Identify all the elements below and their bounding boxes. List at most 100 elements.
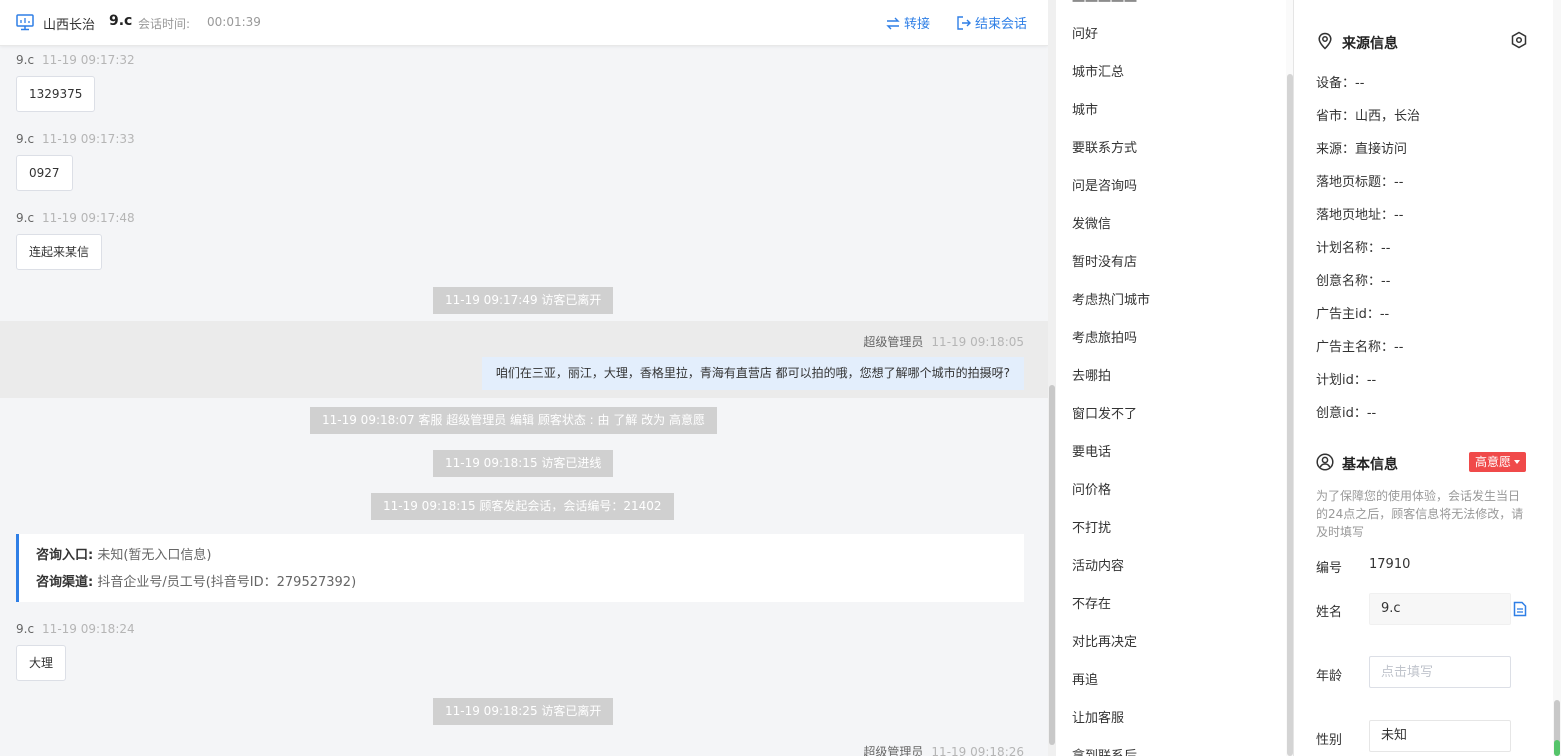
source-creative-id: 创意id：-- bbox=[1316, 406, 1377, 421]
channel-label: 咨询渠道: bbox=[36, 575, 94, 590]
quick-reply-item[interactable]: 去哪拍 bbox=[1072, 365, 1111, 384]
quick-reply-item[interactable]: 问是咨询吗 bbox=[1072, 175, 1137, 194]
basic-info-title: 基本信息 bbox=[1342, 457, 1398, 473]
source-advertiser-name: 广告主名称：-- bbox=[1316, 340, 1404, 355]
message-time: 11-19 09:18:05 bbox=[931, 335, 1024, 349]
quick-reply-item[interactable]: 活动内容 bbox=[1072, 555, 1124, 574]
source-advertiser-id: 广告主id：-- bbox=[1316, 307, 1390, 322]
quick-reply-item[interactable]: 城市 bbox=[1072, 99, 1098, 118]
system-message: 11-19 09:18:25 访客已离开 bbox=[433, 698, 614, 725]
sender-name: 超级管理员 bbox=[863, 745, 924, 756]
system-message: 11-19 09:18:15 顾客发起会话，会话编号：21402 bbox=[371, 493, 674, 520]
logout-icon bbox=[957, 16, 971, 30]
source-creative-name: 创意名称：-- bbox=[1316, 274, 1391, 289]
intent-level-dropdown[interactable]: 高意愿 bbox=[1469, 452, 1527, 472]
scroll-indicator bbox=[1554, 740, 1560, 756]
age-label: 年龄 bbox=[1316, 669, 1343, 684]
message-meta: 超级管理员 11-19 09:18:26 bbox=[863, 743, 1024, 756]
caret-down-icon bbox=[1514, 460, 1521, 464]
sender-name: 9.c bbox=[16, 622, 35, 636]
sender-name: 9.c bbox=[16, 53, 35, 67]
visitor-name: 9.c bbox=[109, 13, 133, 29]
message-time: 11-19 09:18:26 bbox=[931, 745, 1024, 756]
message-meta: 超级管理员 11-19 09:18:05 bbox=[863, 333, 1024, 350]
quick-reply-item[interactable]: 不存在 bbox=[1072, 593, 1111, 612]
chat-panel: 山西长治 9.c 会话时间: 00:01:39 转接 结束会话 9.c 11-19… bbox=[0, 0, 1048, 756]
message-time: 11-19 09:17:48 bbox=[42, 211, 135, 225]
sender-name: 超级管理员 bbox=[863, 335, 924, 349]
transfer-label: 转接 bbox=[904, 17, 931, 32]
message-meta: 9.c 11-19 09:17:33 bbox=[16, 132, 135, 146]
chat-header: 山西长治 9.c 会话时间: 00:01:39 转接 结束会话 bbox=[0, 0, 1048, 46]
name-label: 姓名 bbox=[1316, 605, 1343, 620]
location-pin-icon bbox=[1318, 32, 1332, 50]
transfer-icon bbox=[886, 17, 900, 30]
intent-level-label: 高意愿 bbox=[1475, 455, 1512, 469]
quick-reply-item[interactable]: 城市汇总 bbox=[1072, 61, 1124, 80]
message-time: 11-19 09:17:32 bbox=[42, 53, 135, 67]
source-province-city: 省市：山西，长治 bbox=[1316, 109, 1421, 124]
system-message: 11-19 09:18:15 访客已进线 bbox=[433, 450, 614, 477]
quick-reply-item[interactable]: 问好 bbox=[1072, 23, 1098, 42]
quick-reply-item[interactable]: 考虑旅拍吗 bbox=[1072, 327, 1137, 346]
visitor-message: 0927 bbox=[16, 155, 73, 191]
visitor-message: 连起来某信 bbox=[16, 234, 103, 270]
settings-icon[interactable] bbox=[1510, 31, 1528, 49]
quick-reply-item[interactable]: 发微信 bbox=[1072, 213, 1111, 232]
end-session-label: 结束会话 bbox=[975, 17, 1028, 32]
id-label: 编号 bbox=[1316, 561, 1343, 576]
entry-value: 未知(暂无入口信息) bbox=[97, 548, 212, 563]
entry-label: 咨询入口: bbox=[36, 548, 94, 563]
session-duration-label: 会话时间: bbox=[138, 17, 191, 31]
copy-icon[interactable] bbox=[1513, 601, 1527, 617]
message-meta: 9.c 11-19 09:17:32 bbox=[16, 53, 135, 67]
source-device: 设备：-- bbox=[1316, 76, 1365, 91]
chat-scrollbar[interactable] bbox=[1048, 0, 1056, 756]
visitor-message: 1329375 bbox=[16, 76, 96, 112]
name-field[interactable]: 9.c bbox=[1369, 593, 1511, 625]
quick-reply-item[interactable]: 让加客服 bbox=[1072, 707, 1124, 726]
quick-reply-item[interactable]: 拿到联系后 bbox=[1072, 745, 1137, 756]
quick-reply-item[interactable]: 考虑热门城市 bbox=[1072, 289, 1150, 308]
customer-info-panel: 来源信息 设备：-- 省市：山西，长治 来源：直接访问 落地页标题：-- 落地页… bbox=[1294, 0, 1561, 756]
system-message: 11-19 09:17:49 访客已离开 bbox=[433, 287, 614, 314]
message-time: 11-19 09:17:33 bbox=[42, 132, 135, 146]
source-landing-title: 落地页标题：-- bbox=[1316, 175, 1404, 190]
sender-name: 9.c bbox=[16, 211, 35, 225]
message-meta: 9.c 11-19 09:18:24 bbox=[16, 622, 135, 636]
channel-value: 抖音企业号/员工号(抖音号ID：279527392) bbox=[97, 575, 357, 590]
session-duration-value: 00:01:39 bbox=[207, 15, 261, 29]
source-plan-name: 计划名称：-- bbox=[1316, 241, 1391, 256]
source-info-title: 来源信息 bbox=[1342, 36, 1398, 52]
message-meta: 9.c 11-19 09:17:48 bbox=[16, 211, 135, 225]
age-input[interactable] bbox=[1369, 656, 1511, 688]
quick-reply-item[interactable]: 窗口发不了 bbox=[1072, 403, 1137, 422]
quick-reply-item[interactable]: 再追 bbox=[1072, 669, 1098, 688]
quick-reply-item[interactable]: 对比再决定 bbox=[1072, 631, 1137, 650]
info-panel-scrollbar[interactable] bbox=[1553, 0, 1561, 756]
agent-message: 咱们在三亚，丽江，大理，香格里拉，青海有直营店 都可以拍的哦，您想了解哪个城市的… bbox=[481, 357, 1024, 390]
visitor-location: 山西长治 bbox=[43, 18, 96, 33]
sender-name: 9.c bbox=[16, 132, 35, 146]
source-origin: 来源：直接访问 bbox=[1316, 142, 1408, 157]
end-session-button[interactable]: 结束会话 bbox=[957, 13, 1027, 32]
quick-reply-item[interactable]: 问价格 bbox=[1072, 479, 1111, 498]
user-circle-icon bbox=[1316, 453, 1334, 471]
edit-notice: 为了保障您的使用体验，会话发生当日的24点之后，顾客信息将无法修改，请及时填写 bbox=[1316, 489, 1524, 539]
chat-scrollbar-thumb[interactable] bbox=[1049, 385, 1055, 745]
entry-info-card: 咨询入口: 未知(暂无入口信息) 咨询渠道: 抖音企业号/员工号(抖音号ID：2… bbox=[16, 534, 1024, 602]
gender-select[interactable]: 未知 bbox=[1369, 720, 1511, 752]
quick-reply-header: 一一一一一 bbox=[1072, 0, 1138, 10]
quick-reply-item[interactable]: 不打扰 bbox=[1072, 517, 1111, 536]
gender-label: 性别 bbox=[1316, 733, 1343, 748]
id-value: 17910 bbox=[1369, 557, 1411, 572]
quick-reply-item[interactable]: 暂时没有店 bbox=[1072, 251, 1137, 270]
visitor-message: 大理 bbox=[16, 645, 67, 681]
monitor-icon bbox=[16, 14, 34, 31]
quick-reply-item[interactable]: 要电话 bbox=[1072, 441, 1111, 460]
quick-reply-item[interactable]: 要联系方式 bbox=[1072, 137, 1137, 156]
system-message: 11-19 09:18:07 客服 超级管理员 编辑 顾客状态 : 由 了解 改… bbox=[310, 407, 717, 434]
message-time: 11-19 09:18:24 bbox=[42, 622, 135, 636]
transfer-button[interactable]: 转接 bbox=[886, 13, 930, 32]
quick-reply-panel: 一一一一一 问好 城市汇总 城市 要联系方式 问是咨询吗 发微信 暂时没有店 考… bbox=[1056, 0, 1294, 756]
